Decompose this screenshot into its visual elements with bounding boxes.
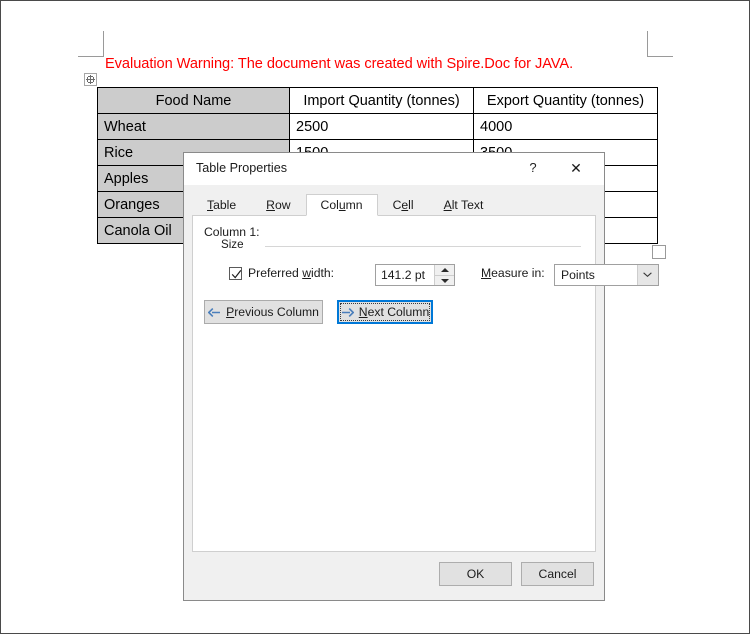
tab-cell[interactable]: Cell [377,194,429,216]
column-index-label: Column 1: [204,225,260,239]
spinner-down-icon[interactable] [435,276,454,286]
measure-in-dropdown[interactable]: Points [554,264,659,286]
tab-column[interactable]: Column [305,194,378,216]
help-icon[interactable]: ? [518,153,548,183]
spinner-up-icon[interactable] [435,265,454,275]
next-column-label: Next Column [358,305,430,319]
margin-mark-top-left [78,31,104,57]
size-group: Size [221,238,581,251]
preferred-width-input[interactable] [376,265,434,285]
close-icon[interactable]: ✕ [558,153,594,183]
preferred-width-stepper[interactable] [375,264,455,286]
arrow-left-icon [208,307,221,317]
dialog-footer: OK Cancel [184,552,604,600]
measure-in-arrow-box[interactable] [637,265,658,285]
preferred-width-label: Preferred width: [248,266,335,280]
table-header-food-name[interactable]: Food Name [97,87,290,114]
tab-table[interactable]: Table [192,194,252,216]
table-cell-import[interactable]: 2500 [289,113,474,140]
tab-row[interactable]: Row [251,194,306,216]
dialog-title: Table Properties [196,161,288,175]
size-group-label: Size [221,238,251,251]
measure-in-value: Points [561,268,595,282]
arrow-right-icon [341,307,354,317]
table-properties-dialog: Table Properties ? ✕ Table Row Column Ce… [183,152,659,601]
chevron-down-icon [643,272,652,277]
evaluation-warning-text: Evaluation Warning: The document was cre… [105,56,574,72]
application-window: Evaluation Warning: The document was cre… [0,0,750,634]
margin-mark-top-right [647,31,673,57]
measure-in-label: Measure in: [481,266,545,280]
table-move-handle-icon[interactable] [84,73,97,86]
cancel-button[interactable]: Cancel [521,562,594,586]
table-header-import-quantity[interactable]: Import Quantity (tonnes) [289,87,474,114]
table-header-export-quantity[interactable]: Export Quantity (tonnes) [473,87,658,114]
dialog-tabstrip: Table Row Column Cell Alt Text [192,194,596,217]
table-resize-handle-icon[interactable] [652,245,666,259]
table-cell-export[interactable]: 4000 [473,113,658,140]
checkmark-icon [231,270,242,279]
preferred-width-checkbox[interactable] [229,267,242,280]
ok-button[interactable]: OK [439,562,512,586]
preferred-width-row: Preferred width: Measure in: Points [229,264,659,286]
tab-alt-text[interactable]: Alt Text [428,194,499,216]
table-row: Wheat 2500 4000 [97,113,658,140]
table-cell-food-name[interactable]: Wheat [97,113,290,140]
dialog-titlebar[interactable]: Table Properties ? ✕ [184,153,604,185]
size-group-divider [265,246,581,247]
next-column-button[interactable]: Next Column [337,300,433,324]
previous-column-label: Previous Column [226,305,319,319]
column-tab-panel: Column 1: Size Preferred width: 141.2 pt… [192,215,659,552]
previous-column-button[interactable]: Previous Column [204,300,323,324]
table-header-row: Food Name Import Quantity (tonnes) Expor… [97,87,658,114]
spinner-buttons [434,265,454,285]
